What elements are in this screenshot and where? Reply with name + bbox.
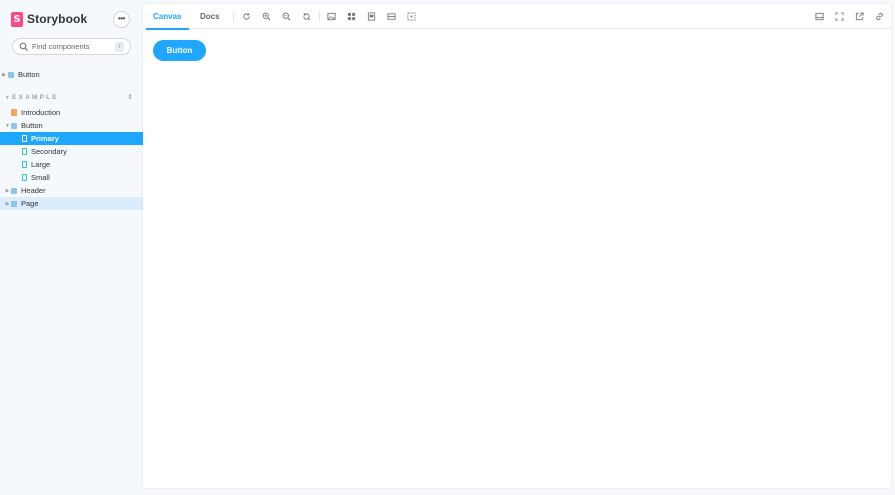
story-canvas: Button [143, 30, 891, 488]
viewport-icon[interactable] [367, 12, 376, 21]
open-new-tab-icon[interactable] [855, 12, 864, 21]
grid-icon[interactable] [347, 12, 356, 21]
caret-down-icon: ▼ [5, 95, 10, 100]
component-icon [11, 122, 17, 129]
sidebar-item-primary[interactable]: Primary [0, 132, 143, 145]
tab-canvas[interactable]: Canvas [145, 4, 191, 30]
storybook-logo[interactable]: S Storybook [11, 10, 87, 28]
caret-right-icon: ▶ [2, 71, 6, 78]
toolbar-divider [233, 11, 234, 22]
sidebar-item-header[interactable]: ▶ Header [0, 184, 143, 197]
sidebar-item-large[interactable]: Large [0, 158, 143, 171]
story-icon [22, 174, 27, 181]
sidebar-item-label: Page [21, 199, 39, 208]
tab-docs[interactable]: Docs [200, 4, 220, 29]
toolbar-divider [319, 11, 320, 22]
sidebar-item-label: Primary [31, 134, 59, 143]
toolbar: Canvas Docs [143, 4, 891, 30]
component-icon [11, 187, 17, 194]
section-title: EXAMPLE [12, 94, 59, 101]
search-input[interactable] [32, 40, 112, 53]
background-icon[interactable] [327, 12, 336, 21]
caret-right-icon: ▶ [5, 187, 10, 194]
fullscreen-icon[interactable] [835, 12, 844, 21]
outline-icon[interactable] [407, 12, 416, 21]
sidebar-item-button[interactable]: ▼ Button [0, 119, 143, 132]
brand-name: Storybook [27, 12, 88, 26]
zoom-out-icon[interactable] [282, 12, 291, 21]
storybook-logo-icon: S [11, 11, 23, 27]
sidebar-item-button-root[interactable]: ▶ Button [0, 68, 143, 81]
preview-panel: Canvas Docs Button [143, 4, 891, 488]
story-icon [22, 161, 27, 168]
sidebar-item-label: Small [31, 173, 50, 182]
caret-right-icon: ▶ [5, 200, 10, 207]
search-icon [19, 42, 29, 51]
primary-button[interactable]: Button [153, 40, 206, 61]
zoom-reset-icon[interactable] [302, 12, 311, 21]
sidebar-item-introduction[interactable]: Introduction [0, 106, 143, 119]
component-icon [8, 71, 14, 78]
reload-icon[interactable] [242, 12, 251, 21]
caret-down-icon: ▼ [5, 122, 10, 129]
sidebar: S Storybook ••• / ▶ Button ▼ EXAMPLE ⇕ I… [0, 0, 143, 495]
story-icon [22, 148, 27, 155]
zoom-in-icon[interactable] [262, 12, 271, 21]
sidebar-item-label: Button [18, 70, 40, 79]
sidebar-item-label: Button [21, 121, 43, 130]
sidebar-item-label: Secondary [31, 147, 67, 156]
section-example[interactable]: ▼ EXAMPLE ⇕ [5, 93, 133, 102]
copy-link-icon[interactable] [875, 12, 884, 21]
expand-collapse-icon[interactable]: ⇕ [128, 93, 133, 101]
component-icon [11, 200, 17, 207]
measure-icon[interactable] [387, 12, 396, 21]
sidebar-item-label: Introduction [21, 108, 61, 117]
sidebar-item-small[interactable]: Small [0, 171, 143, 184]
sidebar-item-label: Large [31, 160, 51, 169]
sidebar-item-secondary[interactable]: Secondary [0, 145, 143, 158]
search-shortcut-hint: / [115, 42, 124, 52]
search-box[interactable]: / [12, 38, 131, 55]
sidebar-item-label: Header [21, 186, 46, 195]
panel-toggle-icon[interactable] [815, 12, 824, 21]
sidebar-item-page[interactable]: ▶ Page [0, 197, 143, 210]
story-icon [22, 135, 27, 142]
document-icon [11, 109, 17, 116]
menu-button[interactable]: ••• [113, 11, 130, 28]
